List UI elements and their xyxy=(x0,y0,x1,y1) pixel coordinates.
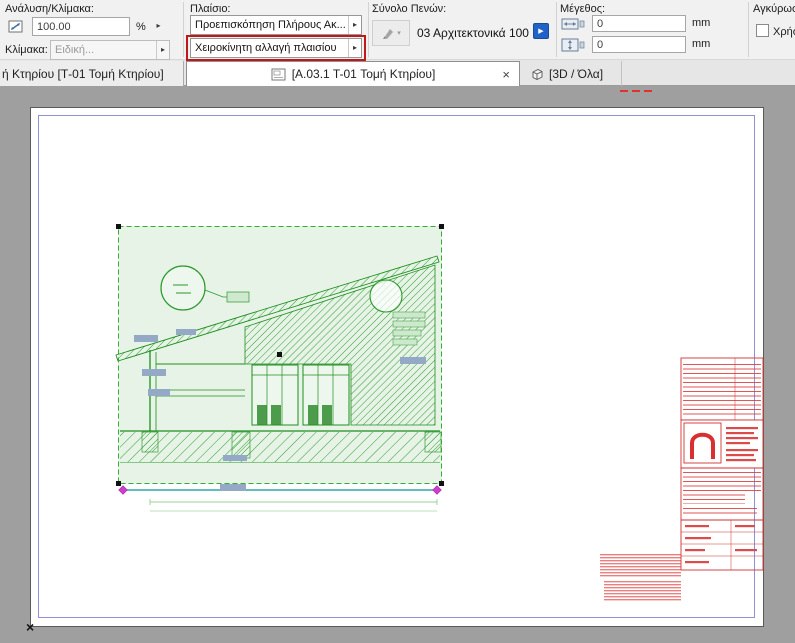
anchor-section-label: Αγκύρωση: xyxy=(753,3,795,15)
red-dash-marks xyxy=(620,90,652,92)
tab-section-view[interactable]: ή Κτηρίου [Τ-01 Τομή Κτηρίου] xyxy=(0,61,184,86)
title-block-text-rows xyxy=(683,361,761,417)
height-icon xyxy=(560,37,586,53)
toolbar-separator xyxy=(183,2,184,57)
footing xyxy=(142,432,158,452)
selection-handle xyxy=(116,481,121,486)
dimension-text-block xyxy=(220,484,246,491)
frame-preview-flyout-arrow: ▸ xyxy=(348,16,361,34)
tree-symbol xyxy=(370,280,402,312)
placed-section-drawing[interactable] xyxy=(116,224,444,486)
toolbar-separator xyxy=(368,2,369,57)
pen-set-value: 03 Αρχιτεκτονικά 100 xyxy=(417,26,529,40)
tab-3d-label: [3D / Όλα] xyxy=(549,67,603,81)
pen-set-section-label: Σύνολο Πενών: xyxy=(372,3,446,15)
tab-3d[interactable]: [3D / Όλα] xyxy=(522,61,622,86)
manual-frame-flyout-arrow: ▸ xyxy=(348,39,361,57)
tab-layout-label: [A.03.1 T-01 Τομή Κτηρίου] xyxy=(292,67,436,81)
drawing-size-icon xyxy=(7,19,29,37)
tab-layout-active[interactable]: [A.03.1 T-01 Τομή Κτηρίου] × xyxy=(186,61,520,86)
height-value-input[interactable] xyxy=(592,36,686,53)
layout-canvas[interactable]: × xyxy=(0,86,795,643)
footing xyxy=(425,432,441,452)
tab-bar: ή Κτηρίου [Τ-01 Τομή Κτηρίου] [A.03.1 T-… xyxy=(0,60,795,86)
toolbar-separator xyxy=(556,2,557,57)
3d-cube-icon xyxy=(530,67,544,81)
selection-handle xyxy=(277,352,282,357)
anchor-use-label: Χρήση xyxy=(773,26,795,38)
selection-handle xyxy=(116,224,121,229)
layout-sheet[interactable] xyxy=(30,107,764,627)
footing xyxy=(232,432,250,458)
drawing-settings-toolbar: Ανάλυση/Κλίμακα: % ▸ Κλίμακα: Ειδική... … xyxy=(0,0,795,60)
scale-dropdown[interactable]: Ειδική... ▸ xyxy=(50,40,170,60)
width-value-input[interactable] xyxy=(592,15,686,32)
frame-section-label: Πλαίσιο: xyxy=(190,3,231,15)
width-unit-label: mm xyxy=(692,17,710,29)
tab-close-button[interactable]: × xyxy=(502,67,510,82)
scale-section-label: Ανάλυση/Κλίμακα: xyxy=(5,3,94,15)
ground-hatch xyxy=(120,432,440,462)
toolbar-separator xyxy=(748,2,749,57)
zoom-value-input[interactable] xyxy=(32,17,130,36)
scale-label: Κλίμακα: xyxy=(5,44,48,56)
height-unit-label: mm xyxy=(692,38,710,50)
manual-frame-change-button[interactable]: Χειροκίνητη αλλαγή πλαισίου ▸ xyxy=(190,38,362,58)
zoom-flyout-button[interactable]: ▸ xyxy=(152,17,165,35)
layout-tab-icon xyxy=(271,68,286,81)
size-section-label: Μέγεθος: xyxy=(560,3,605,15)
width-icon xyxy=(560,16,586,32)
pen-dropdown-arrow: ▾ xyxy=(397,30,401,37)
tab-section-view-label: ή Κτηρίου [Τ-01 Τομή Κτηρίου] xyxy=(2,67,164,81)
pen-icon xyxy=(381,26,395,40)
percent-label: % xyxy=(136,21,146,33)
pen-set-icon-button[interactable]: ▾ xyxy=(372,20,410,46)
selection-handle xyxy=(439,224,444,229)
layout-sheet-svg xyxy=(30,107,764,627)
pen-set-open-button[interactable]: ▶ xyxy=(533,23,549,39)
archicad-window: Ανάλυση/Κλίμακα: % ▸ Κλίμακα: Ειδική... … xyxy=(0,0,795,643)
anchor-use-checkbox[interactable] xyxy=(756,24,769,37)
scale-flyout-arrow: ▸ xyxy=(156,41,169,59)
logo-box xyxy=(684,423,721,463)
frame-preview-button[interactable]: Προεπισκόπηση Πλήρους Ακ... ▸ xyxy=(190,15,362,35)
selection-handle xyxy=(439,481,444,486)
layout-origin-marker: × xyxy=(26,619,34,635)
